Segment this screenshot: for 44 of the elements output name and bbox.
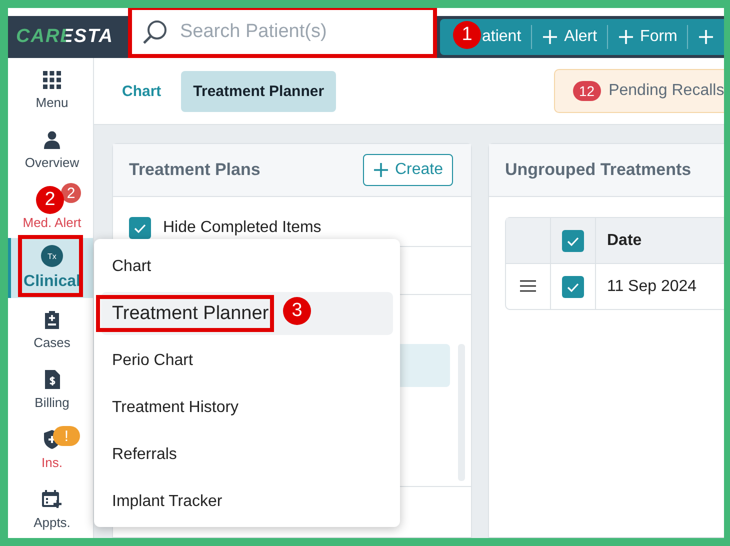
plus-icon [372,162,389,178]
drag-handle-icon[interactable] [520,280,536,292]
table-cell: 11 Sep 2024 [595,264,724,309]
sidebar-label[interactable]: Menu [36,94,68,110]
header-action-button[interactable]: Alert [531,25,608,49]
grid-icon [43,70,61,88]
sidebar-label[interactable]: Appts. [34,514,70,530]
person-icon [44,130,60,148]
sidebar-label[interactable]: Clinical [22,273,82,291]
panel-title: Treatment Plans [129,160,260,180]
checkbox[interactable] [562,230,584,252]
search-icon [142,19,168,45]
dropdown-option[interactable]: Chart [101,245,393,288]
dropdown-option[interactable]: Implant Tracker [101,480,393,523]
column-header: Date [595,218,724,264]
tab[interactable]: Chart [110,70,174,112]
checkbox[interactable] [562,276,584,298]
dropdown-option[interactable]: Referrals [101,433,393,476]
panel-title: Ungrouped Treatments [505,160,692,180]
calendar-icon [42,490,62,508]
dropdown-option[interactable]: Treatment History [101,386,393,429]
sidebar-label[interactable]: Cases [34,334,70,350]
dropdown-option[interactable]: Perio Chart [101,339,393,382]
sidebar-label[interactable]: Overview [24,154,80,170]
tx-icon: Tx [41,245,63,267]
plus-icon[interactable] [698,29,714,45]
sidebar-label[interactable]: Ins. [42,454,62,470]
pending-recalls-button[interactable]: 12 Pending Recalls [554,69,724,113]
plus-icon [618,29,634,45]
count-badge: 12 [573,81,601,101]
sidebar-label[interactable]: Med. Alert [22,214,82,230]
plus-icon [542,29,558,45]
create-button[interactable]: Create [362,154,453,186]
header-action-button[interactable]: Form [607,25,688,49]
checkbox[interactable] [129,216,151,238]
sidebar-label[interactable]: Billing [34,394,70,410]
clipboard-icon [44,310,60,328]
tab[interactable]: Treatment Planner [181,70,336,112]
bill-icon [44,370,60,388]
count-badge: ! [53,426,80,446]
search-field[interactable]: Search Patient(s) [178,20,422,44]
count-badge: 2 [61,183,81,203]
checkbox-label: Hide Completed Items [163,218,322,236]
search-box[interactable]: Search Patient(s) [128,8,437,58]
